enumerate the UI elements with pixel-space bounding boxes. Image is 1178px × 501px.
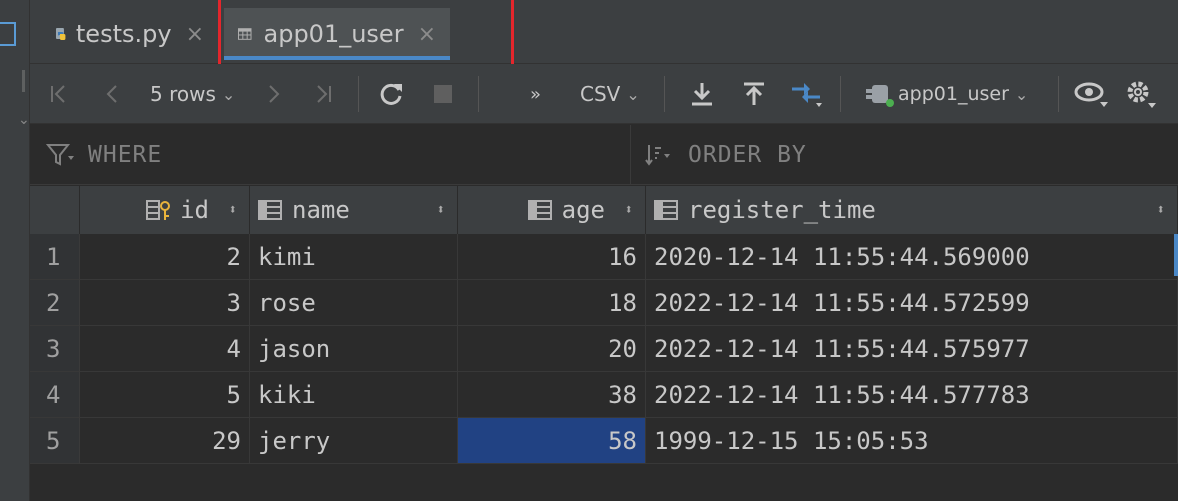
next-page-icon[interactable]: [262, 64, 284, 124]
export-format-dropdown[interactable]: CSV ⌄: [580, 64, 640, 124]
column-header-age[interactable]: age ⬍: [458, 186, 646, 234]
sort-icon[interactable]: ⬍: [1157, 202, 1165, 218]
column-name: id: [180, 196, 209, 224]
cell-id[interactable]: 5: [80, 372, 250, 418]
gutter-marker: [22, 70, 25, 92]
chevron-down-icon: ⌄: [221, 84, 236, 104]
project-panel-icon[interactable]: [0, 22, 16, 46]
upload-icon[interactable]: [742, 64, 766, 124]
last-page-icon[interactable]: [312, 64, 334, 124]
table-row[interactable]: 1 2 kimi 16 2020-12-14 11:55:44.569000: [30, 234, 1178, 280]
datasource-icon: [866, 85, 894, 107]
cell-age[interactable]: 20: [458, 326, 646, 372]
cell-register-time[interactable]: 2022-12-14 11:55:44.577783: [646, 372, 1178, 418]
filter-icon: [46, 144, 74, 166]
column-header-id[interactable]: id ⬍: [80, 186, 250, 234]
table-row[interactable]: 4 5 kiki 38 2022-12-14 11:55:44.577783: [30, 372, 1178, 418]
column-icon: [258, 200, 282, 220]
column-name: name: [292, 196, 350, 224]
scrollbar-marker[interactable]: [1174, 234, 1178, 276]
download-icon[interactable]: [690, 64, 714, 124]
compare-icon[interactable]: [790, 64, 824, 124]
data-editor-toolbar: 5 rows ⌄ » CSV ⌄ app01_user ⌄: [30, 64, 1178, 124]
order-by-label: ORDER BY: [688, 142, 807, 168]
gear-icon[interactable]: [1124, 64, 1160, 124]
cell-id[interactable]: 3: [80, 280, 250, 326]
close-icon[interactable]: ×: [186, 22, 204, 47]
tab-tests-py[interactable]: tests.py ×: [40, 8, 218, 60]
row-number: 1: [30, 234, 80, 280]
view-options-icon[interactable]: [1074, 64, 1110, 124]
cell-id[interactable]: 2: [80, 234, 250, 280]
row-number: 4: [30, 372, 80, 418]
row-number: 3: [30, 326, 80, 372]
row-number: 5: [30, 418, 80, 464]
stop-icon[interactable]: [432, 64, 454, 124]
cell-id[interactable]: 4: [80, 326, 250, 372]
tab-label: tests.py: [75, 20, 172, 48]
toolbar-separator: [478, 76, 479, 112]
cell-name[interactable]: jerry: [250, 418, 458, 464]
column-icon: [654, 200, 678, 220]
cell-register-time[interactable]: 2022-12-14 11:55:44.572599: [646, 280, 1178, 326]
left-gutter: ⌄: [0, 0, 30, 501]
table-row[interactable]: 2 3 rose 18 2022-12-14 11:55:44.572599: [30, 280, 1178, 326]
row-number-header: [30, 186, 80, 234]
datasource-dropdown[interactable]: app01_user ⌄: [864, 64, 1028, 124]
cell-register-time[interactable]: 2022-12-14 11:55:44.575977: [646, 326, 1178, 372]
cell-name[interactable]: kimi: [250, 234, 458, 280]
first-page-icon[interactable]: [48, 64, 70, 124]
table-row[interactable]: 5 29 jerry 58 1999-12-15 15:05:53: [30, 418, 1178, 464]
toolbar-separator: [664, 76, 665, 112]
table-row[interactable]: 3 4 jason 20 2022-12-14 11:55:44.575977: [30, 326, 1178, 372]
column-name: age: [561, 196, 605, 224]
sort-icon[interactable]: ⬍: [625, 202, 633, 218]
cell-register-time[interactable]: 2020-12-14 11:55:44.569000: [646, 234, 1178, 280]
cell-name[interactable]: kiki: [250, 372, 458, 418]
previous-page-icon[interactable]: [102, 64, 124, 124]
cell-register-time[interactable]: 1999-12-15 15:05:53: [646, 418, 1178, 464]
export-format-label: CSV: [580, 82, 621, 106]
chevron-down-icon: ⌄: [626, 84, 640, 104]
cell-age[interactable]: 38: [458, 372, 646, 418]
sort-icon[interactable]: ⬍: [437, 202, 445, 218]
chevron-down-icon[interactable]: ⌄: [18, 112, 30, 128]
where-filter-input[interactable]: WHERE: [46, 125, 162, 185]
cell-age[interactable]: 18: [458, 280, 646, 326]
page-size-dropdown[interactable]: 5 rows ⌄: [150, 64, 235, 124]
toolbar-separator: [1058, 76, 1059, 112]
refresh-icon[interactable]: [378, 64, 404, 124]
sort-icon[interactable]: ⬍: [229, 202, 237, 218]
row-number: 2: [30, 280, 80, 326]
cell-age[interactable]: 16: [458, 234, 646, 280]
python-file-icon: [55, 28, 66, 40]
toolbar-separator: [840, 76, 841, 112]
cell-age-selected[interactable]: 58: [458, 418, 646, 464]
where-label: WHERE: [88, 142, 163, 168]
more-actions-button[interactable]: »: [530, 64, 541, 124]
cell-name[interactable]: rose: [250, 280, 458, 326]
cell-id[interactable]: 29: [80, 418, 250, 464]
primary-key-column-icon: [146, 200, 171, 220]
editor-tab-bar: tests.py × app01_user ×: [30, 0, 1178, 64]
column-header-register-time[interactable]: register_time ⬍: [646, 186, 1178, 234]
datasource-label: app01_user: [898, 83, 1009, 105]
filter-bar: WHERE ORDER BY: [30, 125, 1178, 185]
column-name: register_time: [688, 196, 876, 224]
column-icon: [527, 200, 552, 220]
rows-count-label: 5 rows: [150, 82, 216, 106]
toolbar-separator: [358, 76, 359, 112]
sort-order-icon: [645, 145, 670, 166]
order-by-input[interactable]: ORDER BY: [644, 125, 807, 185]
chevron-down-icon: ⌄: [1014, 84, 1029, 104]
column-header-name[interactable]: name ⬍: [250, 186, 458, 234]
filter-separator: [630, 125, 631, 185]
cell-name[interactable]: jason: [250, 326, 458, 372]
